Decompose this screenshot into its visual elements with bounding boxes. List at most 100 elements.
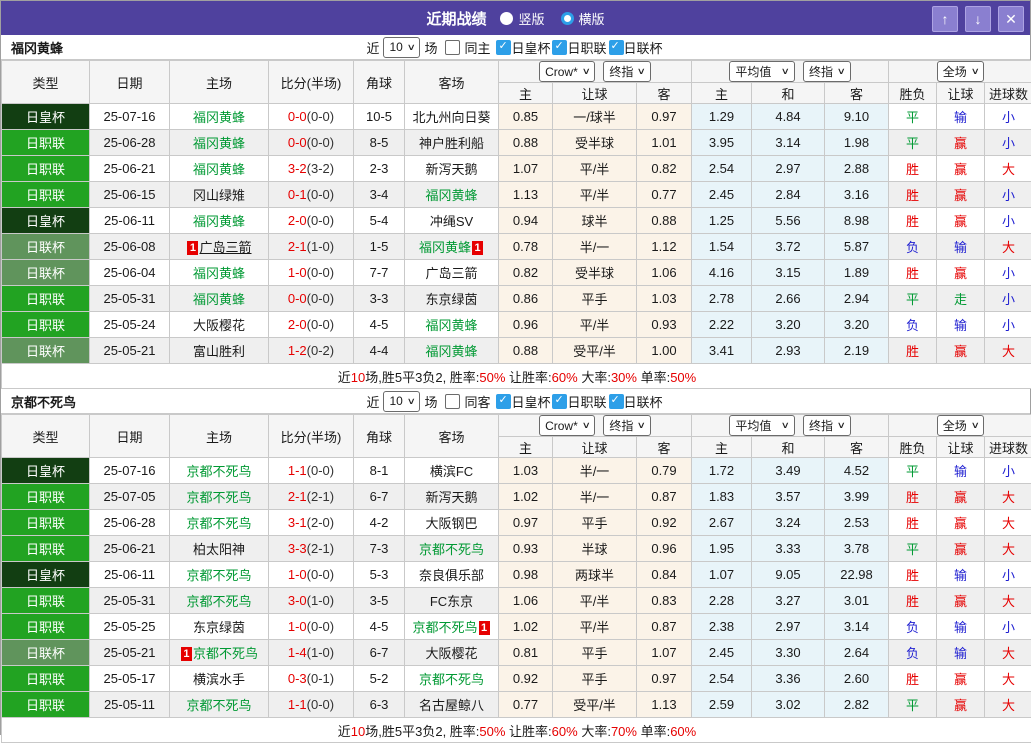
team-link[interactable]: 福冈黄蜂 — [193, 214, 245, 229]
team-link[interactable]: 京都不死鸟 — [419, 542, 484, 557]
col-avg-away: 客 — [825, 83, 889, 104]
team-link[interactable]: 横滨水手 — [193, 672, 245, 687]
team-link[interactable]: 福冈黄蜂 — [425, 188, 477, 203]
team-link[interactable]: 名古屋鲸八 — [419, 698, 484, 713]
cup-filter-checkbox[interactable] — [496, 40, 511, 55]
team-link[interactable]: 东京绿茵 — [425, 292, 477, 307]
average-select[interactable]: 平均值∨ — [729, 415, 795, 436]
team-link[interactable]: 新泻天鹅 — [425, 162, 477, 177]
corners-cell: 8-5 — [354, 130, 405, 156]
outcome-result-cell: 胜 — [889, 208, 937, 234]
team-link[interactable]: 神户胜利船 — [419, 136, 484, 151]
radio-horizontal-icon[interactable] — [561, 12, 574, 25]
odds-stage-select-1[interactable]: 终指∨ — [603, 415, 651, 436]
outcome-result-cell: 胜 — [889, 666, 937, 692]
outcome-result-cell: 胜 — [889, 338, 937, 364]
team-link[interactable]: 冲绳SV — [430, 214, 473, 229]
team-link[interactable]: 福冈黄蜂 — [193, 266, 245, 281]
odds-stage-select-1[interactable]: 终指∨ — [603, 61, 651, 82]
match-type-cell: 日职联 — [2, 286, 90, 312]
away-team-cell: 名古屋鲸八 — [405, 692, 499, 718]
team-link[interactable]: 北九州向日葵 — [412, 110, 490, 125]
avg-home-odds-cell: 2.59 — [692, 692, 752, 718]
move-up-button[interactable]: ↑ — [932, 6, 958, 32]
cup-filter-checkbox[interactable] — [609, 40, 624, 55]
team-link[interactable]: 京都不死鸟 — [186, 464, 251, 479]
recent-count-select[interactable]: 10∨ — [383, 391, 420, 412]
team-link[interactable]: 京都不死鸟 — [186, 516, 251, 531]
avg-home-odds-cell: 1.29 — [692, 104, 752, 130]
average-odds-group: 平均值∨ 终指∨ — [692, 61, 889, 83]
team-link[interactable]: 广岛三箭 — [425, 266, 477, 281]
team-link[interactable]: FC东京 — [430, 594, 473, 609]
team-link[interactable]: 冈山绿雉 — [193, 188, 245, 203]
average-select[interactable]: 平均值∨ — [729, 61, 795, 82]
period-select[interactable]: 全场∨ — [937, 61, 985, 82]
fulltime-score: 2-0 — [288, 213, 307, 228]
cup-filter-checkbox[interactable] — [496, 394, 511, 409]
summary-text: 10 — [351, 370, 365, 385]
crow-handicap-cell: 受平/半 — [553, 338, 637, 364]
team-link[interactable]: 京都不死鸟 — [419, 672, 484, 687]
team-link[interactable]: 广岛三箭 — [199, 240, 251, 255]
team-link[interactable]: 福冈黄蜂 — [193, 162, 245, 177]
title-bar: 近期战绩 竖版 横版 ↑ ↓ ✕ — [1, 1, 1030, 35]
cup-filter-checkbox[interactable] — [609, 394, 624, 409]
col-crow-away: 客 — [637, 437, 692, 458]
team-link[interactable]: 新泻天鹅 — [425, 490, 477, 505]
team-link[interactable]: 京都不死鸟 — [186, 568, 251, 583]
period-select[interactable]: 全场∨ — [937, 415, 985, 436]
team-link[interactable]: 福冈黄蜂 — [193, 110, 245, 125]
team-link[interactable]: 福冈黄蜂 — [419, 240, 471, 255]
halftime-score: (0-2) — [307, 343, 334, 358]
avg-away-odds-cell: 2.53 — [825, 510, 889, 536]
team-link[interactable]: 京都不死鸟 — [186, 594, 251, 609]
score-cell: 3-1(2-0) — [269, 510, 354, 536]
match-date-cell: 25-06-11 — [90, 562, 170, 588]
team-link[interactable]: 福冈黄蜂 — [193, 292, 245, 307]
bookmaker-select[interactable]: Crow*∨ — [539, 415, 595, 436]
bookmaker-select[interactable]: Crow*∨ — [539, 61, 595, 82]
team-link[interactable]: 柏太阳神 — [193, 542, 245, 557]
match-type-cell: 日联杯 — [2, 338, 90, 364]
avg-home-odds-cell: 2.54 — [692, 666, 752, 692]
cup-filter-checkbox[interactable] — [552, 394, 567, 409]
crow-handicap-cell: 平/半 — [553, 156, 637, 182]
home-team-cell: 福冈黄蜂 — [170, 104, 269, 130]
close-button[interactable]: ✕ — [998, 6, 1024, 32]
radio-horizontal-layout[interactable]: 横版 — [561, 9, 605, 28]
match-row: 日职联25-07-05京都不死鸟2-1(2-1)6-7新泻天鹅1.02半/一0.… — [2, 484, 1031, 510]
team-link[interactable]: 京都不死鸟 — [186, 490, 251, 505]
team-link[interactable]: 大阪樱花 — [193, 318, 245, 333]
same-venue-checkbox[interactable] — [445, 40, 460, 55]
recent-count-select[interactable]: 10∨ — [383, 37, 420, 58]
odds-stage-select-2[interactable]: 终指∨ — [803, 415, 851, 436]
radio-vertical-icon[interactable] — [500, 12, 513, 25]
odds-stage-select-2[interactable]: 终指∨ — [803, 61, 851, 82]
team-link[interactable]: 京都不死鸟 — [186, 698, 251, 713]
team-link[interactable]: 大阪樱花 — [425, 646, 477, 661]
chevron-down-icon: ∨ — [781, 66, 790, 77]
team-link[interactable]: 福冈黄蜂 — [425, 318, 477, 333]
team-link[interactable]: 富山胜利 — [193, 344, 245, 359]
same-venue-checkbox[interactable] — [445, 394, 460, 409]
goals-result-cell: 大 — [985, 510, 1031, 536]
team-link[interactable]: 大阪钢巴 — [425, 516, 477, 531]
window-title: 近期战绩 — [426, 8, 486, 29]
avg-away-odds-cell: 2.82 — [825, 692, 889, 718]
home-team-cell: 京都不死鸟 — [170, 484, 269, 510]
summary-text: 70% — [611, 724, 637, 739]
team-link[interactable]: 京都不死鸟 — [412, 620, 477, 635]
radio-vertical-layout[interactable]: 竖版 — [500, 9, 544, 28]
team-link[interactable]: 东京绿茵 — [193, 620, 245, 635]
move-down-button[interactable]: ↓ — [965, 6, 991, 32]
team-link[interactable]: 福冈黄蜂 — [193, 136, 245, 151]
cup-filter-checkbox[interactable] — [552, 40, 567, 55]
team-link[interactable]: 奈良俱乐部 — [419, 568, 484, 583]
team-link[interactable]: 京都不死鸟 — [193, 646, 258, 661]
team-link[interactable]: 福冈黄蜂 — [425, 344, 477, 359]
same-venue-label: 同客 — [464, 392, 490, 411]
radio-vertical-label: 竖版 — [518, 9, 544, 28]
team-link[interactable]: 横滨FC — [430, 464, 473, 479]
col-score: 比分(半场) — [269, 415, 354, 458]
